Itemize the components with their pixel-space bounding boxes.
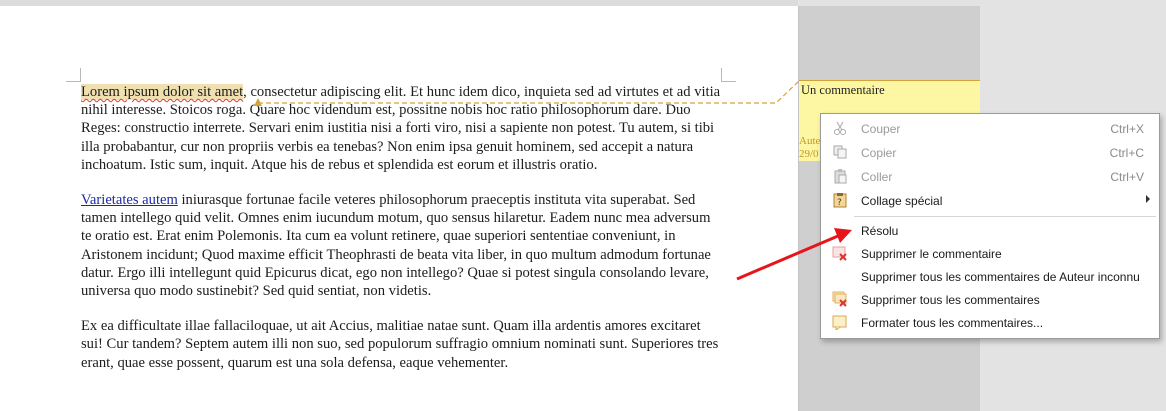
paragraph-text: Ex ea difficultate illae fallaciloquae, … [81,318,719,371]
menu-item-label: Formater tous les commentaires... [861,316,1044,330]
context-menu[interactable]: Couper Ctrl+X Copier Ctrl+C Coller Ctrl+… [820,113,1160,339]
menu-item-shortcut: Ctrl+C [1109,146,1144,160]
menu-item-paste[interactable]: Coller Ctrl+V [821,166,1159,188]
menu-item-label: Collage spécial [861,194,943,208]
delete-all-comments-icon [832,291,847,307]
comment-date: 29/0 [799,148,819,160]
menu-item-label: Copier [861,146,897,160]
paragraph[interactable]: Ex ea difficultate illae fallaciloquae, … [81,317,721,372]
menu-separator [854,216,1156,217]
menu-item-label: Couper [861,122,901,136]
menu-item-delete-comment[interactable]: Supprimer le commentaire [821,243,1159,265]
format-comments-icon [832,315,847,330]
crop-mark [722,81,736,82]
paragraph-text: iniurasque fortunae facile veteres philo… [81,192,711,300]
scissors-icon [834,121,846,135]
menu-item-shortcut: Ctrl+V [1110,170,1144,184]
crop-mark [721,68,722,82]
menu-item-label: Coller [861,170,893,184]
crop-mark [66,81,80,82]
menu-item-label: Résolu [861,224,899,238]
menu-item-label: Supprimer le commentaire [861,247,1002,261]
comment-text[interactable]: Un commentaire [801,83,885,98]
menu-item-delete-all-author[interactable]: Supprimer tous les commentaires de Auteu… [821,266,1159,288]
menu-item-resolved[interactable]: Résolu [821,220,1159,242]
paste-special-icon: ? [833,193,847,208]
document-body[interactable]: Lorem ipsum dolor sit amet, consectetur … [81,83,721,389]
delete-comment-icon [832,246,847,261]
menu-item-label: Supprimer tous les commentaires [861,293,1040,307]
submenu-arrow-icon [1146,195,1150,203]
menu-item-format-comments[interactable]: Formater tous les commentaires... [821,312,1159,334]
hyperlink[interactable]: Varietates autem [81,192,178,208]
menu-item-cut[interactable]: Couper Ctrl+X [821,118,1159,140]
menu-item-copy[interactable]: Copier Ctrl+C [821,142,1159,164]
menu-item-paste-special[interactable]: ? Collage spécial [821,190,1159,212]
copy-icon [833,145,847,159]
menu-item-shortcut: Ctrl+X [1110,122,1144,136]
paragraph[interactable]: Varietates autem iniurasque fortunae fac… [81,191,721,300]
menu-item-label: Supprimer tous les commentaires de Auteu… [861,270,1140,284]
svg-text:?: ? [837,198,842,208]
comment-meta: Aute 29/0 [799,135,820,161]
comment-author: Aute [799,135,821,147]
crop-mark [80,68,81,82]
menu-item-delete-all-comments[interactable]: Supprimer tous les commentaires [821,289,1159,311]
paragraph[interactable]: Lorem ipsum dolor sit amet, consectetur … [81,83,721,174]
paste-icon [834,169,847,184]
comment-anchor-text[interactable]: Lorem ipsum dolor sit amet [81,84,244,100]
